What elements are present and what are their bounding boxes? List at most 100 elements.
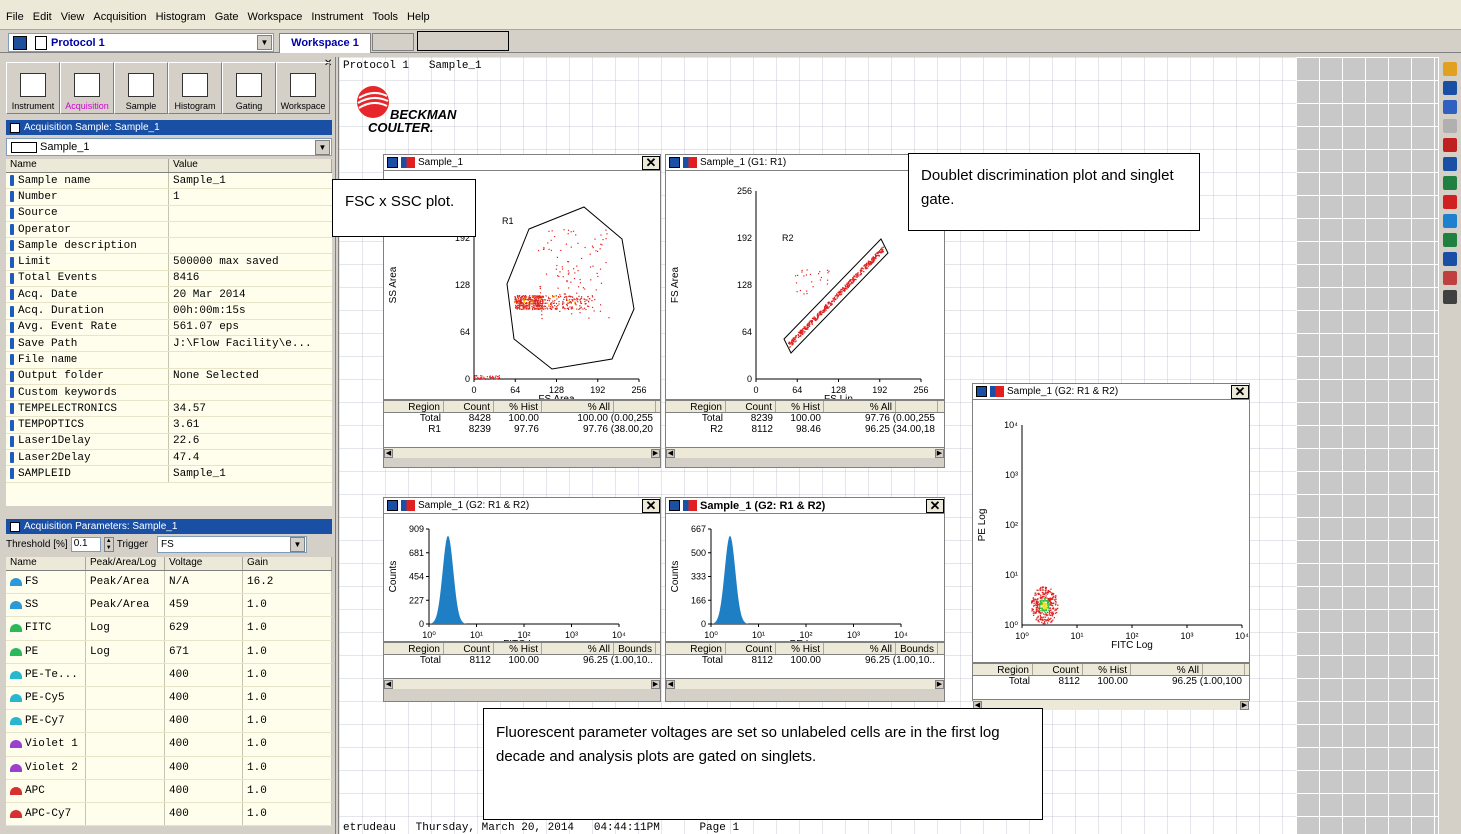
param-row[interactable]: PE-Te... 400 1.0 (6, 663, 332, 687)
chevron-down-icon[interactable]: ▼ (257, 35, 272, 50)
param-row[interactable]: PE-Cy5 400 1.0 (6, 686, 332, 711)
table-row[interactable]: Limit 500000 max saved (6, 254, 332, 271)
param-gain[interactable]: 1.0 (243, 640, 332, 663)
scroll-left-icon[interactable]: ◀ (384, 679, 393, 689)
table-row[interactable]: TEMPELECTRONICS 34.57 (6, 401, 332, 418)
param-gain[interactable]: 16.2 (243, 571, 332, 594)
param-voltage[interactable]: 459 (165, 594, 243, 617)
plot-window[interactable]: Sample_1 (G2: R1 & R2)✕10⁰10¹10²10³10⁴PE… (665, 497, 945, 702)
plot-window[interactable]: Sample_1 (G2: R1 & R2)✕10⁰10¹10²10³10⁴FI… (383, 497, 661, 702)
param-gain[interactable]: 1.0 (243, 802, 332, 826)
plot-svg[interactable]: 10⁰10¹10²10³10⁴FITC LogCounts90968145422… (384, 514, 660, 650)
param-voltage[interactable]: 400 (165, 779, 243, 802)
table-row[interactable]: Acq. Duration 00h:00m:15s (6, 303, 332, 320)
property-value[interactable]: 3.61 (169, 419, 332, 431)
table-row[interactable]: Sample name Sample_1 (6, 173, 332, 190)
save-icon[interactable] (669, 500, 680, 511)
scroll-left-icon[interactable]: ◀ (666, 448, 675, 458)
param-gain[interactable]: 1.0 (243, 594, 332, 617)
property-value[interactable]: Sample_1 (169, 468, 332, 480)
menu-instrument[interactable]: Instrument (311, 11, 363, 23)
table-row[interactable]: Custom keywords (6, 384, 332, 402)
property-value[interactable]: 1 (169, 191, 332, 203)
stats-row[interactable]: Total 8112 100.00 96.25 (1.00,10.. (384, 655, 660, 666)
save-icon[interactable] (976, 386, 987, 397)
close-icon[interactable]: ✕ (926, 498, 944, 513)
param-mode[interactable]: Peak/Area (86, 594, 165, 617)
horizontal-scrollbar[interactable]: ◀ ▶ (384, 678, 660, 689)
horizontal-scrollbar[interactable]: ◀ ▶ (384, 447, 660, 458)
horizontal-scrollbar[interactable]: ◀ ▶ (666, 678, 944, 689)
param-row[interactable]: PE Log 671 1.0 (6, 640, 332, 664)
menu-file[interactable]: File (6, 11, 24, 23)
param-mode[interactable] (86, 779, 165, 802)
plot-area[interactable]: 10⁰10¹10²10³10⁴FITC LogCounts90968145422… (384, 514, 660, 650)
toolbar-tool-13-icon[interactable] (1443, 290, 1457, 304)
stats-row[interactable]: Total 8239 100.00 97.76 (0.00,255 (666, 413, 944, 424)
param-mode[interactable]: Log (86, 640, 165, 663)
tool-histogram[interactable]: Histogram (168, 62, 222, 114)
param-mode[interactable] (86, 802, 165, 826)
param-mode[interactable] (86, 756, 165, 779)
param-voltage[interactable]: 671 (165, 640, 243, 663)
tool-workspace[interactable]: Workspace (276, 62, 330, 114)
gate-arrow-icon[interactable] (990, 386, 1004, 397)
plot-area[interactable]: 10⁰ 10¹ 10² 10³ 10⁴ FITC Log PE Log 10⁴ 10³ 10² 10… (973, 400, 1249, 662)
scroll-right-icon[interactable]: ▶ (651, 448, 660, 458)
protocol-select[interactable]: Protocol 1 ▼ (8, 33, 274, 52)
param-row[interactable]: SS Peak/Area 459 1.0 (6, 594, 332, 618)
plot-area[interactable]: 10⁰10¹10²10³10⁴PE LogCounts6675003331660 (666, 514, 944, 650)
table-row[interactable]: Laser1Delay 22.6 (6, 433, 332, 451)
param-row[interactable]: APC 400 1.0 (6, 779, 332, 803)
stats-row[interactable]: R1 8239 97.76 97.76 (38.00,20 (384, 424, 660, 435)
table-row[interactable]: Operator (6, 221, 332, 239)
param-row[interactable]: PE-Cy7 400 1.0 (6, 710, 332, 734)
param-mode[interactable] (86, 733, 165, 756)
close-icon[interactable]: ✕ (1231, 384, 1249, 399)
scroll-right-icon[interactable]: ▶ (935, 679, 944, 689)
tool-acquisition[interactable]: Acquisition (60, 62, 114, 114)
param-mode[interactable] (86, 663, 165, 686)
menu-acquisition[interactable]: Acquisition (93, 11, 146, 23)
param-gain[interactable]: 1.0 (243, 779, 332, 802)
param-voltage[interactable]: 400 (165, 663, 243, 686)
scroll-left-icon[interactable]: ◀ (666, 679, 675, 689)
property-value[interactable]: 561.07 eps (169, 321, 332, 333)
scroll-left-icon[interactable]: ◀ (384, 448, 393, 458)
plot-window[interactable]: Sample_1 (G2: R1 & R2)✕10⁰10¹10²10³10⁴FI… (972, 383, 1250, 710)
save-icon[interactable] (669, 157, 680, 168)
property-value[interactable]: 47.4 (169, 452, 332, 464)
table-row[interactable]: Save Path J:\Flow Facility\e... (6, 335, 332, 353)
param-gain[interactable]: 1.0 (243, 663, 332, 686)
stats-row[interactable]: R2 8112 98.46 96.25 (34.00,18 (666, 424, 944, 435)
toolbar-tool-5-icon[interactable] (1443, 138, 1457, 152)
gate-arrow-icon[interactable] (401, 157, 415, 168)
scroll-right-icon[interactable]: ▶ (935, 448, 944, 458)
menu-tools[interactable]: Tools (372, 11, 398, 23)
trigger-select[interactable]: FS ▼ (157, 535, 308, 553)
param-gain[interactable]: 1.0 (243, 756, 332, 779)
close-icon[interactable]: ✕ (642, 498, 660, 513)
table-row[interactable]: Output folder None Selected (6, 368, 332, 385)
scroll-right-icon[interactable]: ▶ (651, 679, 660, 689)
param-mode[interactable]: Log (86, 617, 165, 640)
param-mode[interactable]: Peak/Area (86, 571, 165, 594)
toolbar-tool-7-icon[interactable] (1443, 176, 1457, 190)
chevron-down-icon[interactable]: ▼ (290, 536, 306, 552)
tab-empty-2[interactable] (417, 31, 509, 51)
param-row[interactable]: APC-Cy7 400 1.0 (6, 802, 332, 827)
tab-empty[interactable] (372, 33, 414, 51)
property-value[interactable]: 34.57 (169, 403, 332, 415)
chevron-down-icon[interactable]: ▼ (315, 139, 330, 155)
gate-arrow-icon[interactable] (683, 500, 697, 511)
param-gain[interactable]: 1.0 (243, 686, 332, 710)
param-voltage[interactable]: 400 (165, 802, 243, 826)
tool-gating[interactable]: Gating (222, 62, 276, 114)
tool-instrument[interactable]: Instrument (6, 62, 60, 114)
property-value[interactable]: 22.6 (169, 435, 332, 447)
param-voltage[interactable]: 400 (165, 710, 243, 733)
property-value[interactable]: 00h:00m:15s (169, 305, 332, 317)
table-row[interactable]: File name (6, 352, 332, 369)
param-row[interactable]: Violet 2 400 1.0 (6, 756, 332, 780)
table-row[interactable]: Avg. Event Rate 561.07 eps (6, 319, 332, 336)
